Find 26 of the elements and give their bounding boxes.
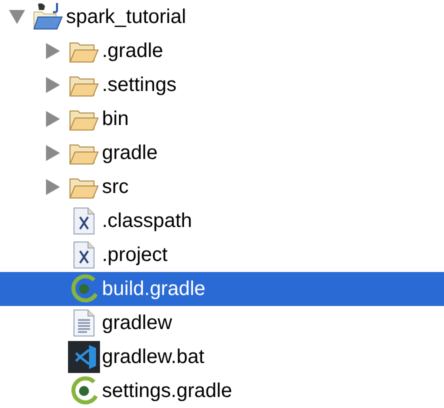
gradle-ring-icon	[69, 274, 99, 304]
tree-item-label[interactable]: src	[102, 176, 129, 198]
tree-item-label[interactable]: .project	[102, 244, 168, 266]
expand-arrow-icon[interactable]	[46, 111, 60, 127]
tree-item-label[interactable]: gradle	[102, 142, 158, 164]
tree-item-label[interactable]: gradlew	[102, 312, 172, 334]
code-editor-icon	[68, 341, 100, 373]
tree-item-label[interactable]: .gradle	[102, 40, 164, 62]
project-folder-icon	[32, 2, 64, 32]
tree-item-label[interactable]: .settings	[102, 74, 176, 96]
tree-item-label[interactable]: settings.gradle	[102, 380, 232, 402]
tree-item-label[interactable]: .classpath	[102, 210, 192, 232]
tree-item-label[interactable]: spark_tutorial	[66, 6, 186, 28]
expand-arrow-icon[interactable]	[46, 77, 60, 93]
tree-item-label[interactable]: build.gradle	[102, 278, 206, 300]
tree-item-label[interactable]: gradlew.bat	[102, 346, 204, 368]
expand-arrow-icon[interactable]	[46, 43, 60, 59]
expand-arrow-icon[interactable]	[46, 145, 60, 161]
gradle-ring-icon	[69, 376, 99, 406]
expand-arrow-icon[interactable]	[46, 179, 60, 195]
collapse-arrow-icon[interactable]	[9, 10, 25, 24]
x-document-icon	[73, 207, 95, 235]
x-document-icon	[73, 241, 95, 269]
selected-tree-row[interactable]: build.gradle	[0, 272, 444, 306]
tree-item-label[interactable]: bin	[102, 108, 129, 130]
text-document-icon	[73, 309, 95, 337]
